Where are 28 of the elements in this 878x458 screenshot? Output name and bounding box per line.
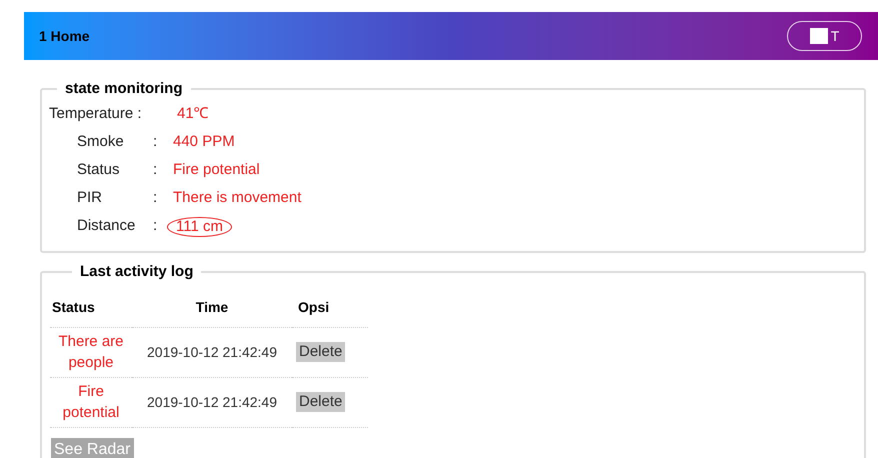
- column-header: Opsi: [292, 289, 368, 327]
- field-label: PIR: [77, 188, 104, 208]
- field-value: Fire potential: [173, 160, 260, 180]
- page-title: 1 Home: [39, 26, 90, 46]
- field-label: Temperature :: [49, 104, 143, 124]
- status-cell: There are people: [50, 327, 132, 377]
- colon: :: [153, 132, 158, 152]
- field-value: There is movement: [173, 188, 302, 208]
- field-value: 440 PPM: [173, 132, 235, 152]
- exit-button[interactable]: T: [787, 21, 862, 51]
- circled-value: 111 cm: [167, 216, 232, 236]
- colon: :: [153, 216, 158, 236]
- panel-title: state monitoring: [64, 79, 184, 99]
- field-value: 41℃: [177, 104, 209, 124]
- column-header: Time: [132, 289, 292, 327]
- exit-label-end: T: [830, 26, 840, 46]
- colon: :: [153, 188, 158, 208]
- delete-button[interactable]: Delete: [296, 392, 346, 412]
- status-cell: Fire potential: [50, 377, 132, 427]
- field-label: Smoke: [77, 132, 125, 152]
- colon: :: [153, 160, 158, 180]
- column-header: Status: [50, 289, 132, 327]
- delete-button[interactable]: Delete: [296, 342, 346, 362]
- field-label: Distance: [77, 216, 136, 236]
- panel-title: Last activity log: [79, 262, 194, 282]
- time-cell: 2019-10-12 21:42:49: [132, 377, 292, 427]
- time-cell: 2019-10-12 21:42:49: [132, 327, 292, 377]
- field-label: Status: [77, 160, 121, 180]
